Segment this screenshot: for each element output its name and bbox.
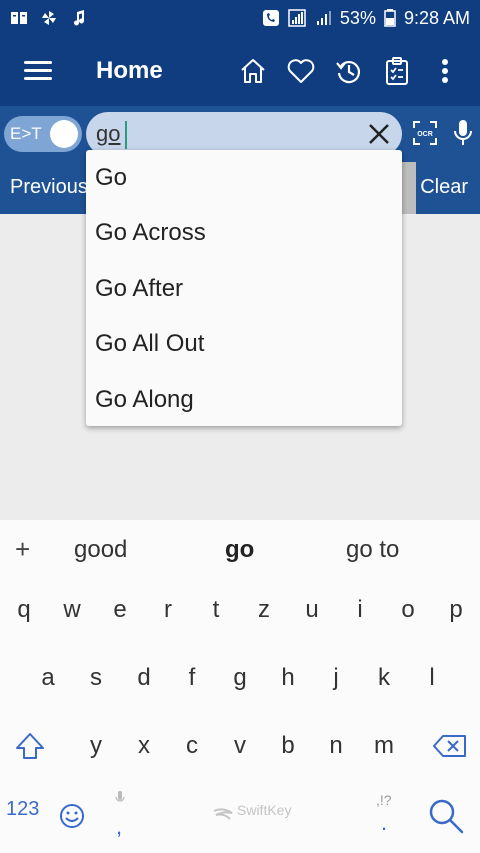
key-l[interactable]: l <box>408 646 456 710</box>
key-r[interactable]: r <box>144 578 192 642</box>
clear-search-icon[interactable] <box>366 121 392 147</box>
key-e[interactable]: e <box>96 578 144 642</box>
clipboard-icon[interactable] <box>382 56 412 86</box>
key-t[interactable]: t <box>192 578 240 642</box>
signal-bars-icon <box>316 11 331 25</box>
toggle-label: E>T <box>10 124 42 143</box>
wifi-call-icon <box>262 10 279 26</box>
key-a[interactable]: a <box>24 646 72 710</box>
music-note-icon <box>74 10 84 26</box>
punctuation-hint: ,!? <box>376 792 392 808</box>
key-p[interactable]: p <box>432 578 480 642</box>
small-mic-icon <box>115 791 125 802</box>
key-h[interactable]: h <box>264 646 312 710</box>
swiftkey-logo-icon <box>213 808 233 820</box>
dictionary-app-icon <box>11 12 27 24</box>
expand-toolbar-button[interactable]: + <box>15 534 30 565</box>
suggestion-item[interactable]: Go <box>86 150 402 206</box>
menu-icon[interactable] <box>24 61 52 81</box>
comma-key[interactable]: , <box>96 784 144 848</box>
language-toggle[interactable]: E>T <box>4 116 82 152</box>
toggle-knob <box>50 120 78 148</box>
key-q[interactable]: q <box>0 578 48 642</box>
clear-button[interactable]: Clear <box>420 176 468 199</box>
suggestion-word[interactable]: good <box>74 536 127 564</box>
key-i[interactable]: i <box>336 578 384 642</box>
divider <box>402 162 416 214</box>
shift-icon[interactable] <box>6 714 54 778</box>
key-u[interactable]: u <box>288 578 336 642</box>
key-k[interactable]: k <box>360 646 408 710</box>
key-w[interactable]: w <box>48 578 96 642</box>
signal-icon <box>288 9 306 27</box>
period-key[interactable]: ,!? . <box>360 784 408 848</box>
suggestion-word[interactable]: go to <box>346 536 399 564</box>
emoji-icon[interactable] <box>48 784 96 848</box>
search-input[interactable] <box>96 118 356 150</box>
key-s[interactable]: s <box>72 646 120 710</box>
key-row-2: a s d f g h j k l <box>0 646 480 710</box>
history-icon[interactable] <box>334 56 364 86</box>
key-m[interactable]: m <box>360 714 408 778</box>
brand-label: SwiftKey <box>237 802 292 818</box>
keyboard-suggestions: + good go go to <box>0 520 480 576</box>
key-b[interactable]: b <box>264 714 312 778</box>
ocr-label: OCR <box>417 131 433 138</box>
key-row-3: y x c v b n m <box>0 714 480 778</box>
key-n[interactable]: n <box>312 714 360 778</box>
keyboard: + good go go to q w e r t z u i o p a s … <box>0 520 480 853</box>
previous-button[interactable]: Previous <box>10 176 88 199</box>
suggestion-dropdown: Go Go Across Go After Go All Out Go Alon… <box>86 150 402 426</box>
key-g[interactable]: g <box>216 646 264 710</box>
key-j[interactable]: j <box>312 646 360 710</box>
period-label: . <box>381 810 388 835</box>
key-f[interactable]: f <box>168 646 216 710</box>
app-bar: Home <box>0 36 480 106</box>
page-title: Home <box>96 57 163 84</box>
key-row-4: 123 , SwiftKey ,!? . <box>0 784 480 850</box>
suggestion-word[interactable]: go <box>225 536 254 564</box>
battery-percent: 53% <box>339 7 376 28</box>
key-x[interactable]: x <box>120 714 168 778</box>
key-d[interactable]: d <box>120 646 168 710</box>
key-row-1: q w e r t z u i o p <box>0 578 480 642</box>
microphone-icon[interactable] <box>452 118 474 148</box>
comma-label: , <box>116 814 123 839</box>
pinwheel-icon <box>42 11 56 25</box>
numbers-key[interactable]: 123 <box>6 798 39 821</box>
key-v[interactable]: v <box>216 714 264 778</box>
clock: 9:28 AM <box>403 7 470 28</box>
key-z[interactable]: z <box>240 578 288 642</box>
key-o[interactable]: o <box>384 578 432 642</box>
backspace-icon[interactable] <box>424 714 476 778</box>
suggestion-item[interactable]: Go All Out <box>86 317 402 373</box>
ocr-camera-icon[interactable]: OCR <box>412 120 438 146</box>
home-icon[interactable] <box>238 56 268 86</box>
heart-icon[interactable] <box>286 56 316 86</box>
status-bar: 53% 9:28 AM <box>0 0 480 36</box>
search-key-icon[interactable] <box>418 784 474 848</box>
battery-icon <box>384 9 396 27</box>
key-c[interactable]: c <box>168 714 216 778</box>
suggestion-item[interactable]: Go After <box>86 261 402 317</box>
suggestion-item[interactable]: Go Across <box>86 206 402 262</box>
suggestion-item[interactable]: Go Along <box>86 372 402 428</box>
more-icon[interactable] <box>430 56 460 86</box>
key-y[interactable]: y <box>72 714 120 778</box>
text-caret <box>125 121 127 149</box>
